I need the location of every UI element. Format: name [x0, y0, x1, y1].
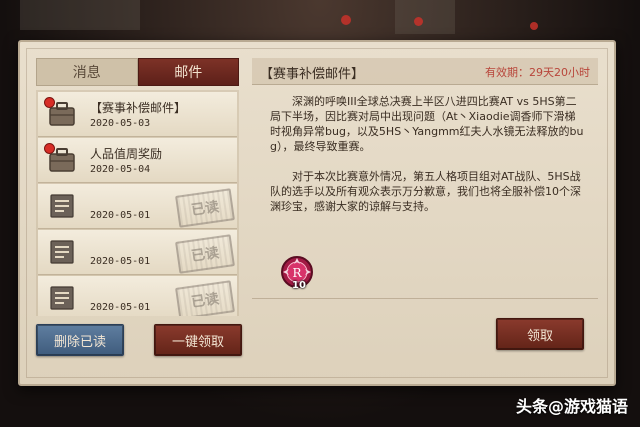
read-stamp: 已读: [175, 280, 235, 316]
briefcase-icon: [49, 148, 75, 172]
mail-paragraph: 对于本次比赛意外情况，第五人格项目组对AT战队、5HS战队的选手以及所有观众表示…: [270, 170, 581, 213]
document-icon: [50, 194, 74, 218]
background-light: [530, 22, 538, 30]
claim-all-button[interactable]: 一键领取: [154, 324, 242, 356]
game-screen: 消息 邮件 【赛事补偿邮件】 2020-05-03 人品值周奖励 2020-05…: [0, 0, 640, 427]
tab-messages[interactable]: 消息: [36, 58, 138, 86]
mail-item[interactable]: 【赛事补偿邮件】 2020-05-03: [38, 92, 237, 137]
mail-title: 【赛事补偿邮件】: [90, 101, 187, 115]
mail-date: 2020-05-04: [90, 164, 151, 175]
mail-list[interactable]: 【赛事补偿邮件】 2020-05-03 人品值周奖励 2020-05-04 20…: [36, 90, 239, 316]
mail-item[interactable]: 人品值周奖励 2020-05-04: [38, 138, 237, 183]
mail-item[interactable]: 2020-05-01 已读: [38, 276, 237, 316]
mail-date: 2020-05-01: [90, 210, 151, 221]
delete-read-button[interactable]: 删除已读: [36, 324, 124, 356]
background-light: [414, 17, 423, 26]
mail-date: 2020-05-01: [90, 256, 151, 267]
reward-area: R 10: [252, 254, 598, 299]
briefcase-icon: [49, 102, 75, 126]
read-stamp: 已读: [175, 188, 235, 228]
mail-item[interactable]: 2020-05-01 已读: [38, 184, 237, 229]
svg-text:R: R: [292, 266, 302, 280]
mail-paragraph: 深渊的呼唤III全球总决赛上半区八进四比赛AT vs 5HS第二局下半场，因比赛…: [270, 95, 584, 153]
mail-item[interactable]: 2020-05-01 已读: [38, 230, 237, 275]
watermark-text: 头条@游戏猫语: [515, 397, 628, 416]
background-decor: [20, 0, 140, 30]
mail-title: 人品值周奖励: [90, 147, 163, 161]
tab-bar: 消息 邮件: [36, 58, 239, 86]
document-icon: [50, 240, 74, 264]
mail-detail-header: 【赛事补偿邮件】 有效期：29天20小时: [252, 58, 598, 85]
background-light: [341, 15, 351, 25]
expire-time: 有效期：29天20小时: [485, 66, 590, 79]
mail-panel: 消息 邮件 【赛事补偿邮件】 2020-05-03 人品值周奖励 2020-05…: [18, 40, 616, 386]
reward-item[interactable]: R 10: [278, 254, 316, 294]
claim-button[interactable]: 领取: [496, 318, 584, 350]
mail-date: 2020-05-01: [90, 302, 151, 313]
tab-mail[interactable]: 邮件: [137, 58, 239, 86]
background-decor: [395, 0, 455, 34]
read-stamp: 已读: [175, 234, 235, 274]
mail-detail-title: 【赛事补偿邮件】: [260, 67, 365, 82]
mail-date: 2020-05-03: [90, 118, 151, 129]
document-icon: [50, 286, 74, 310]
reward-count: 10: [292, 280, 306, 291]
mail-detail-body: 深渊的呼唤III全球总决赛上半区八进四比赛AT vs 5HS第二局下半场，因比赛…: [270, 94, 586, 229]
